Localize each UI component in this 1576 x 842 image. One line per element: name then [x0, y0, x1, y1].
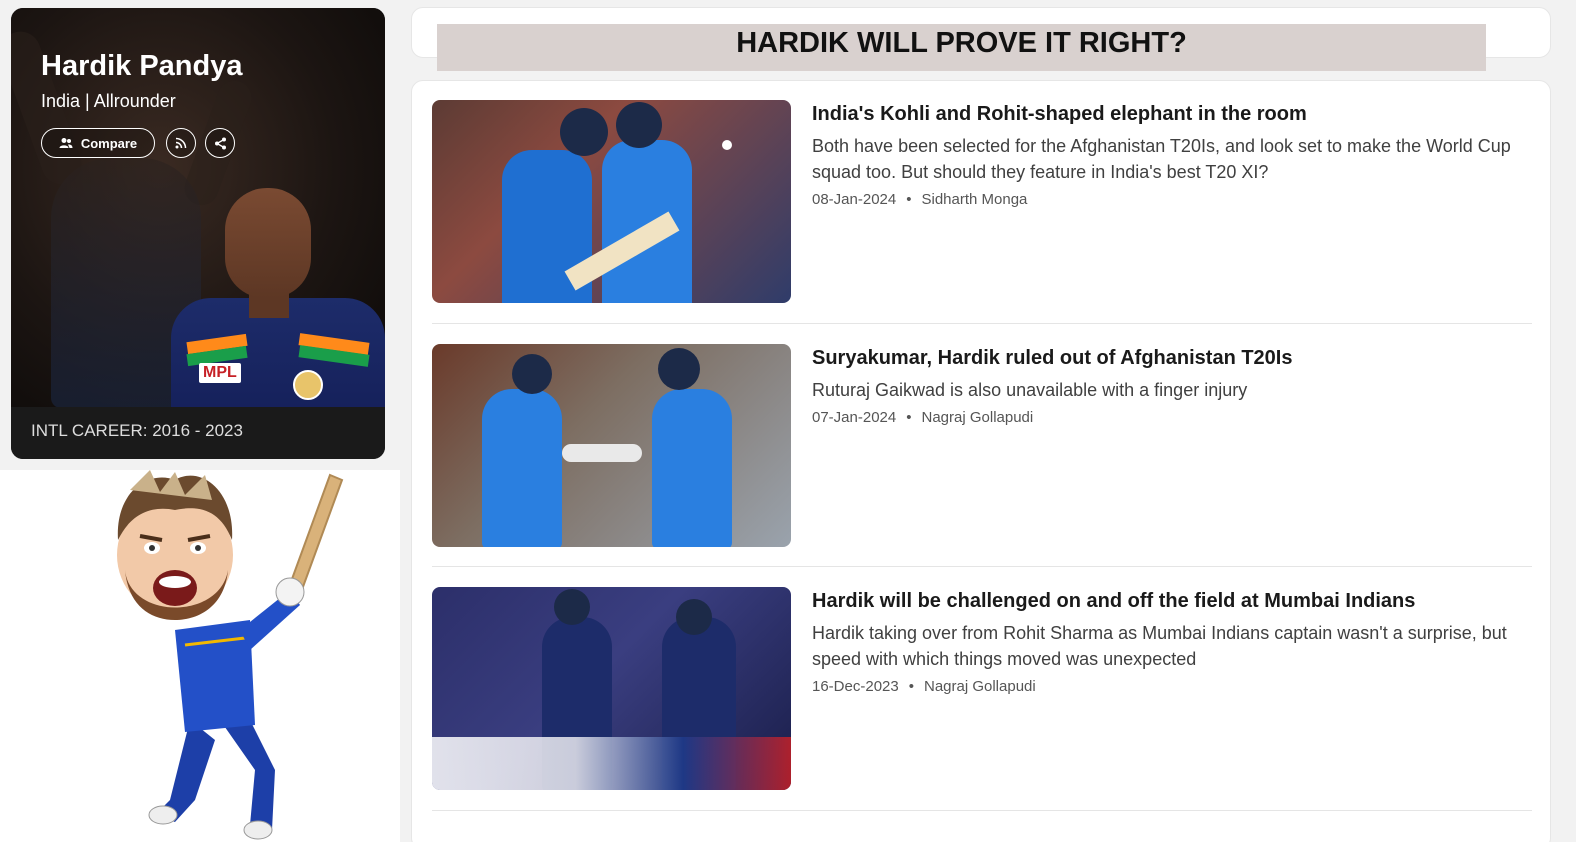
- career-span: INTL CAREER: 2016 - 2023: [11, 407, 385, 459]
- story-author[interactable]: Sidharth Monga: [922, 191, 1028, 208]
- share-icon: [214, 137, 226, 149]
- bcci-crest-icon: [293, 370, 323, 400]
- divider: [432, 566, 1532, 567]
- divider: [432, 323, 1532, 324]
- news-feed: India's Kohli and Rohit-shaped elephant …: [411, 80, 1551, 842]
- story-headline[interactable]: Suryakumar, Hardik ruled out of Afghanis…: [812, 346, 1532, 370]
- story-summary: Ruturaj Gaikwad is also unavailable with…: [812, 380, 1248, 400]
- separator-dot: •: [908, 678, 914, 695]
- story-summary: Both have been selected for the Afghanis…: [812, 136, 1511, 182]
- jersey-sponsor-logo: MPL: [199, 363, 241, 383]
- player-card[interactable]: MPL Hardik Pandya India | Allrounder Com…: [11, 8, 385, 459]
- separator-dot: •: [906, 191, 912, 208]
- rss-button[interactable]: [166, 128, 196, 158]
- story-date: 07-Jan-2024: [812, 409, 897, 426]
- story-date: 16-Dec-2023: [812, 678, 899, 695]
- divider: [432, 810, 1532, 811]
- story-thumbnail[interactable]: [432, 587, 791, 790]
- users-icon: [59, 138, 73, 148]
- story-meta: 08-Jan-2024 • Sidharth Monga: [812, 191, 1532, 208]
- caricature-image: [0, 470, 400, 842]
- story-headline[interactable]: Hardik will be challenged on and off the…: [812, 589, 1532, 613]
- story-thumbnail[interactable]: [432, 100, 791, 303]
- story-author[interactable]: Nagraj Gollapudi: [924, 678, 1036, 695]
- page-title: HARDIK WILL PROVE IT RIGHT?: [437, 24, 1486, 71]
- compare-button[interactable]: Compare: [41, 128, 155, 158]
- story-thumbnail[interactable]: [432, 344, 791, 547]
- story-meta: 07-Jan-2024 • Nagraj Gollapudi: [812, 409, 1532, 426]
- player-name: Hardik Pandya: [41, 50, 243, 82]
- share-button[interactable]: [205, 128, 235, 158]
- story-author[interactable]: Nagraj Gollapudi: [922, 409, 1034, 426]
- cartoon-batsman-illustration: [117, 470, 344, 840]
- story-meta: 16-Dec-2023 • Nagraj Gollapudi: [812, 678, 1532, 695]
- player-role: India | Allrounder: [41, 91, 176, 111]
- story-headline[interactable]: India's Kohli and Rohit-shaped elephant …: [812, 102, 1532, 126]
- separator-dot: •: [906, 409, 912, 426]
- story-summary: Hardik taking over from Rohit Sharma as …: [812, 623, 1507, 669]
- story-date: 08-Jan-2024: [812, 191, 897, 208]
- rss-icon: [175, 137, 187, 149]
- compare-label: Compare: [80, 135, 138, 151]
